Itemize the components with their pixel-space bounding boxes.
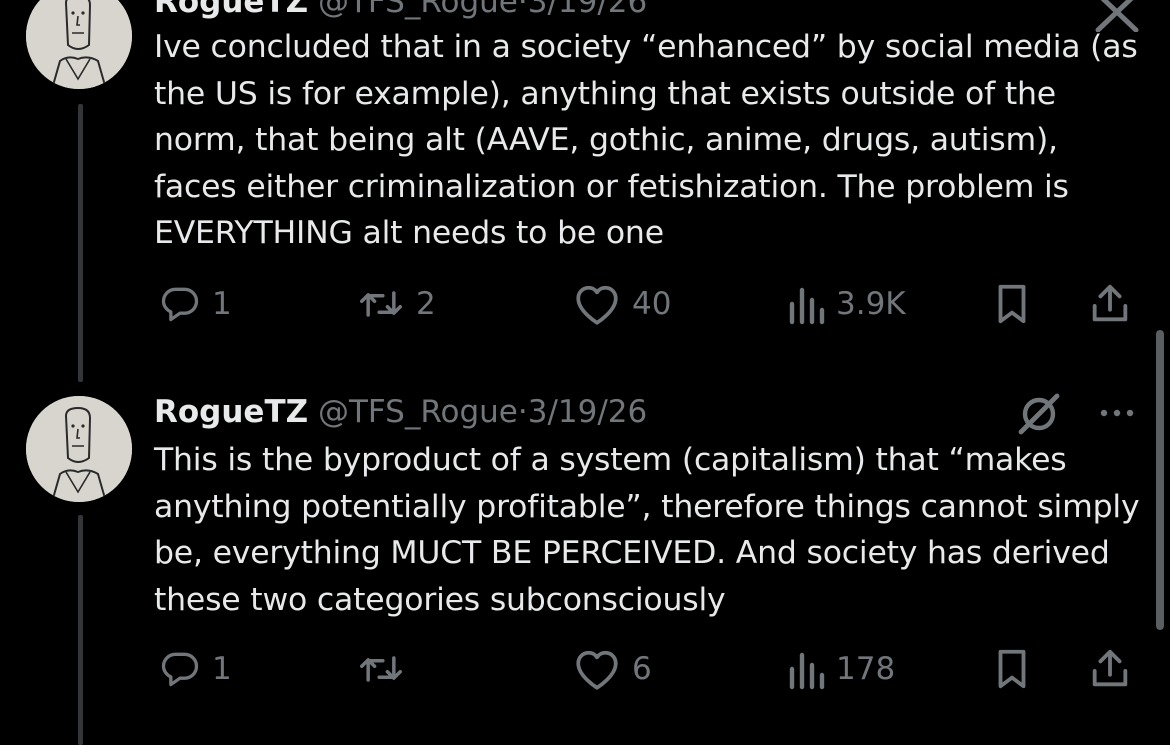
repost-icon xyxy=(356,647,406,691)
share-button[interactable] xyxy=(1086,646,1134,692)
tweet-text: This is the byproduct of a system (capit… xyxy=(154,442,1150,618)
reply-count: 1 xyxy=(212,651,232,687)
views-count: 3.9K xyxy=(836,286,906,322)
tweet-header: RogueTZ @TFS_Rogue·3/19/26 xyxy=(154,392,647,432)
views-button[interactable]: 3.9K xyxy=(786,281,906,327)
views-icon xyxy=(786,647,826,691)
author-name[interactable]: RogueTZ xyxy=(154,394,308,430)
reply-icon xyxy=(158,282,202,326)
author-name[interactable]: RogueTZ xyxy=(154,0,308,20)
views-count: 178 xyxy=(836,651,896,687)
grok-icon[interactable] xyxy=(1015,390,1063,442)
repost-button[interactable] xyxy=(356,646,416,692)
thread-line-top xyxy=(78,104,83,382)
author-handle[interactable]: @TFS_Rogue xyxy=(318,394,518,430)
bookmark-icon xyxy=(990,646,1034,692)
tweet-header: RogueTZ @TFS_Rogue·3/19/26 xyxy=(154,0,647,22)
meta-separator: · xyxy=(517,0,528,20)
repost-count: 2 xyxy=(416,286,436,322)
bookmark-icon xyxy=(990,281,1034,327)
more-icon[interactable] xyxy=(1096,392,1138,434)
reply-icon xyxy=(158,647,202,691)
like-count: 6 xyxy=(632,651,652,687)
share-button[interactable] xyxy=(1086,281,1134,327)
tweet-text: Ive concluded that in a society “enhance… xyxy=(154,29,1148,251)
reply-count: 1 xyxy=(212,286,232,322)
bookmark-button[interactable] xyxy=(990,646,1034,692)
like-count: 40 xyxy=(632,286,672,322)
share-icon xyxy=(1086,281,1134,327)
views-button[interactable]: 178 xyxy=(786,646,895,692)
scrollbar[interactable] xyxy=(1156,330,1164,630)
reply-button[interactable]: 1 xyxy=(158,281,232,327)
views-icon xyxy=(786,282,826,326)
repost-button[interactable]: 2 xyxy=(356,281,436,327)
reply-button[interactable]: 1 xyxy=(158,646,232,692)
author-handle[interactable]: @TFS_Rogue xyxy=(318,0,518,20)
tweet-date[interactable]: 3/19/26 xyxy=(528,0,648,20)
share-icon xyxy=(1086,646,1134,692)
avatar[interactable] xyxy=(26,0,132,89)
action-bar: 1 6 178 xyxy=(0,646,1170,692)
thread-line-bottom xyxy=(78,515,83,745)
meta-separator: · xyxy=(517,394,528,430)
heart-icon xyxy=(572,281,622,327)
action-bar: 1 2 40 3.9K xyxy=(0,281,1170,327)
avatar[interactable] xyxy=(26,396,132,502)
like-button[interactable]: 40 xyxy=(572,281,671,327)
bookmark-button[interactable] xyxy=(990,281,1034,327)
heart-icon xyxy=(572,646,622,692)
like-button[interactable]: 6 xyxy=(572,646,652,692)
tweet-date[interactable]: 3/19/26 xyxy=(528,394,648,430)
repost-icon xyxy=(356,282,406,326)
